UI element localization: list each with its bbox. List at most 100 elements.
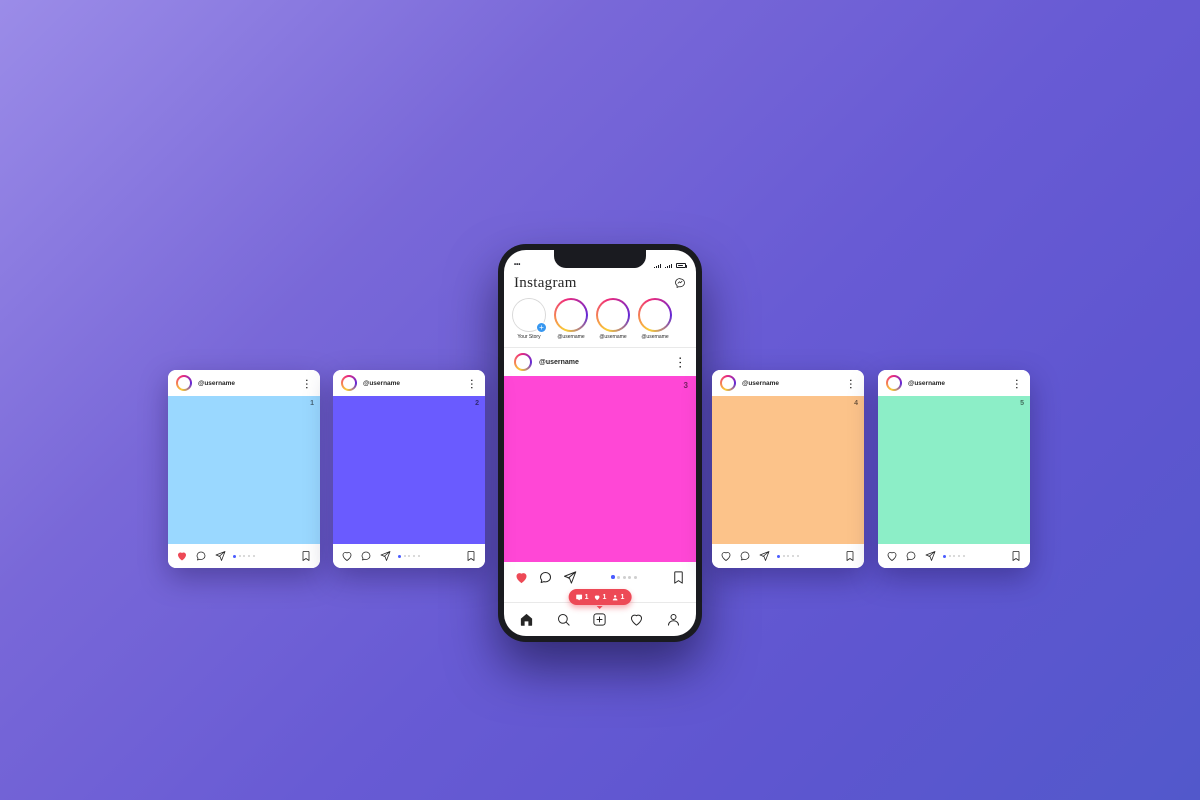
carousel-dots bbox=[943, 555, 965, 558]
card-more-icon[interactable]: ⋯ bbox=[466, 378, 479, 388]
carousel-dots bbox=[233, 555, 255, 558]
bookmark-icon[interactable] bbox=[844, 550, 856, 562]
stories-row[interactable]: +Your Story @username @username @username bbox=[504, 296, 696, 348]
status-time: ••• bbox=[514, 262, 520, 268]
card-username[interactable]: @username bbox=[908, 380, 945, 387]
card-actions bbox=[712, 544, 864, 568]
bookmark-icon[interactable] bbox=[465, 550, 477, 562]
phone-notch bbox=[554, 250, 646, 268]
card-username[interactable]: @username bbox=[742, 380, 779, 387]
notif-comments: 1 bbox=[576, 594, 589, 601]
comment-icon[interactable] bbox=[195, 550, 207, 562]
share-icon[interactable] bbox=[758, 550, 770, 562]
post-more-icon[interactable]: ⋯ bbox=[672, 356, 688, 368]
card-header: @username ⋯ bbox=[878, 370, 1030, 396]
card-avatar[interactable] bbox=[720, 375, 736, 391]
add-story-icon: + bbox=[536, 322, 547, 333]
comment-icon[interactable] bbox=[360, 550, 372, 562]
card-more-icon[interactable]: ⋯ bbox=[1011, 378, 1024, 388]
post-username[interactable]: @username bbox=[539, 359, 579, 366]
card-image[interactable]: 5 bbox=[878, 396, 1030, 544]
story-avatar bbox=[638, 298, 672, 332]
tab-home-icon[interactable] bbox=[519, 612, 534, 627]
carousel-index: 2 bbox=[475, 400, 479, 407]
carousel-index: 3 bbox=[684, 381, 688, 390]
share-icon[interactable] bbox=[379, 550, 391, 562]
like-icon[interactable] bbox=[341, 550, 353, 562]
card-avatar[interactable] bbox=[341, 375, 357, 391]
card-username[interactable]: @username bbox=[198, 380, 235, 387]
card-actions bbox=[878, 544, 1030, 568]
tab-activity-icon[interactable] bbox=[629, 612, 644, 627]
card-image[interactable]: 1 bbox=[168, 396, 320, 544]
card-avatar[interactable] bbox=[886, 375, 902, 391]
like-icon[interactable] bbox=[514, 570, 529, 585]
tab-bar: 1 1 1 bbox=[504, 602, 696, 636]
comment-icon[interactable] bbox=[905, 550, 917, 562]
share-icon[interactable] bbox=[924, 550, 936, 562]
card-image[interactable]: 2 bbox=[333, 396, 485, 544]
app-logo[interactable]: Instagram bbox=[514, 275, 577, 292]
share-icon[interactable] bbox=[214, 550, 226, 562]
wifi-icon bbox=[665, 263, 673, 268]
phone-screen: ••• Instagram +Your Story@username@usern… bbox=[504, 250, 696, 636]
tab-create-icon[interactable] bbox=[592, 612, 607, 627]
story-avatar: + bbox=[512, 298, 546, 332]
carousel-index: 4 bbox=[854, 400, 858, 407]
story-item[interactable]: @username bbox=[596, 298, 630, 340]
card-more-icon[interactable]: ⋯ bbox=[845, 378, 858, 388]
feed-post: @username ⋯ 3 bbox=[504, 348, 696, 602]
app-header: Instagram bbox=[504, 270, 696, 296]
bookmark-icon[interactable] bbox=[300, 550, 312, 562]
story-item[interactable]: @username bbox=[554, 298, 588, 340]
notif-likes: 1 bbox=[594, 594, 607, 601]
post-card: @username ⋯ 4 bbox=[712, 370, 864, 568]
carousel-index: 1 bbox=[310, 400, 314, 407]
status-indicators bbox=[654, 263, 686, 268]
bookmark-icon[interactable] bbox=[671, 570, 686, 585]
phone-frame: ••• Instagram +Your Story@username@usern… bbox=[498, 244, 702, 642]
post-header: @username ⋯ bbox=[504, 348, 696, 376]
card-header: @username ⋯ bbox=[168, 370, 320, 396]
card-username[interactable]: @username bbox=[363, 380, 400, 387]
messenger-icon[interactable] bbox=[674, 277, 686, 289]
post-image[interactable]: 3 bbox=[504, 376, 696, 562]
card-header: @username ⋯ bbox=[712, 370, 864, 396]
tab-search-icon[interactable] bbox=[556, 612, 571, 627]
story-label: Your Story bbox=[517, 334, 540, 340]
post-card: @username ⋯ 1 bbox=[168, 370, 320, 568]
story-label: @username bbox=[641, 334, 668, 340]
post-card: @username ⋯ 2 bbox=[333, 370, 485, 568]
carousel-index: 5 bbox=[1020, 400, 1024, 407]
card-actions bbox=[168, 544, 320, 568]
like-icon[interactable] bbox=[886, 550, 898, 562]
comment-icon[interactable] bbox=[538, 570, 553, 585]
like-icon[interactable] bbox=[176, 550, 188, 562]
card-actions bbox=[333, 544, 485, 568]
post-avatar[interactable] bbox=[514, 353, 532, 371]
notification-bubble[interactable]: 1 1 1 bbox=[569, 589, 632, 605]
stage: ••• Instagram +Your Story@username@usern… bbox=[0, 0, 1200, 800]
tab-profile-icon[interactable] bbox=[666, 612, 681, 627]
card-avatar[interactable] bbox=[176, 375, 192, 391]
like-icon[interactable] bbox=[720, 550, 732, 562]
notif-follows: 1 bbox=[611, 594, 624, 601]
post-actions bbox=[504, 562, 696, 592]
share-icon[interactable] bbox=[562, 570, 577, 585]
card-header: @username ⋯ bbox=[333, 370, 485, 396]
story-label: @username bbox=[599, 334, 626, 340]
bookmark-icon[interactable] bbox=[1010, 550, 1022, 562]
carousel-dots bbox=[611, 575, 637, 579]
story-item[interactable]: +Your Story bbox=[512, 298, 546, 340]
story-label: @username bbox=[557, 334, 584, 340]
card-more-icon[interactable]: ⋯ bbox=[301, 378, 314, 388]
carousel-dots bbox=[398, 555, 420, 558]
story-avatar bbox=[554, 298, 588, 332]
card-image[interactable]: 4 bbox=[712, 396, 864, 544]
post-card: @username ⋯ 5 bbox=[878, 370, 1030, 568]
battery-icon bbox=[676, 263, 686, 268]
story-item[interactable]: @username bbox=[638, 298, 672, 340]
story-avatar bbox=[596, 298, 630, 332]
signal-icon bbox=[654, 263, 662, 268]
comment-icon[interactable] bbox=[739, 550, 751, 562]
